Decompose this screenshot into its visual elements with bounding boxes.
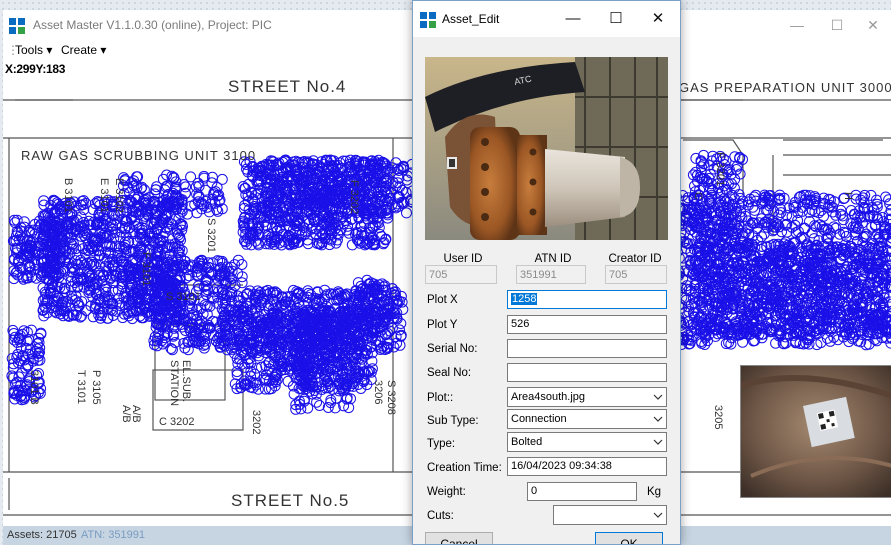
menu-create[interactable]: Create ▾ <box>61 43 106 57</box>
asset-marker[interactable] <box>397 304 409 315</box>
menu-tools[interactable]: Tools ▾ <box>15 43 52 57</box>
main-minimize-button[interactable]: — <box>775 14 819 36</box>
app-icon <box>9 18 25 34</box>
main-window-title: Asset Master V1.1.0.30 (online), Project… <box>33 18 272 32</box>
asset-marker[interactable] <box>400 186 412 198</box>
asset-marker[interactable] <box>799 223 811 234</box>
asset-marker[interactable] <box>828 196 840 208</box>
asset-marker[interactable] <box>216 173 228 185</box>
asset-marker[interactable] <box>845 218 857 230</box>
main-close-button[interactable]: ✕ <box>851 14 891 36</box>
